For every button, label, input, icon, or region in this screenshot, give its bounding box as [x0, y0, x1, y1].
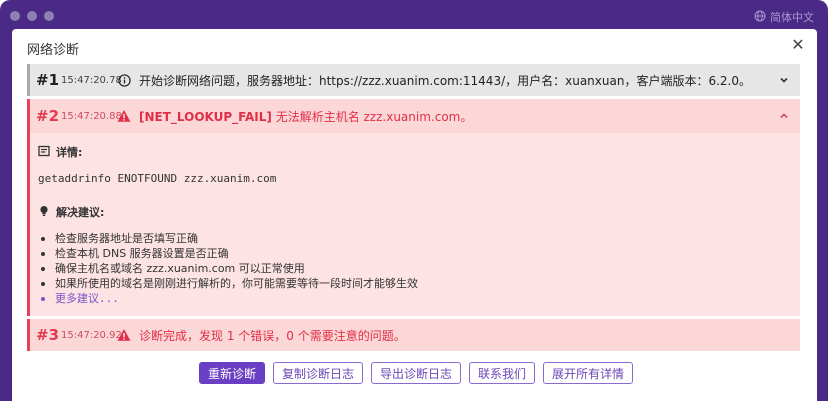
entry-time: 15:47:20.92 [61, 329, 122, 341]
info-icon [117, 73, 131, 87]
entry-number: #2 [36, 107, 60, 125]
copy-log-button[interactable]: 复制诊断日志 [272, 362, 363, 384]
chevron-down-icon[interactable] [778, 74, 790, 86]
log-entry-header[interactable]: #1 15:47:20.78 开始诊断网络问题，服务器地址：https://zz… [30, 64, 800, 96]
details-section-title: 详情: [38, 143, 792, 161]
entry-message: 开始诊断网络问题，服务器地址：https://zzz.xuanim.com:11… [139, 73, 751, 88]
entry-message: 诊断完成，发现 1 个错误，0 个需要注意的问题。 [139, 328, 406, 343]
log-entry-2: #2 15:47:20.88 [NET_LOOKUP_FAIL] 无法解析主机名… [27, 99, 800, 316]
warning-icon [117, 109, 131, 123]
window-maximize-dot[interactable] [44, 11, 54, 21]
suggestion-item: 检查服务器地址是否填写正确 [38, 231, 792, 246]
language-switcher[interactable]: 简体中文 [754, 9, 814, 25]
contact-us-button[interactable]: 联系我们 [469, 362, 536, 384]
more-suggestions-link[interactable]: 更多建议... [38, 291, 792, 306]
document-icon [38, 145, 56, 160]
language-label: 简体中文 [770, 11, 814, 24]
log-entry-3: #3 15:47:20.92 诊断完成，发现 1 个错误，0 个需要注意的问题。 [27, 319, 800, 351]
dialog-footer: 重新诊断 复制诊断日志 导出诊断日志 联系我们 展开所有详情 [12, 362, 817, 384]
entry-details: 详情: getaddrinfo ENOTFOUND zzz.xuanim.com… [30, 133, 800, 316]
suggestion-item: 如果所使用的域名是刚刚进行解析的，你可能需要等待一段时间才能够生效 [38, 276, 792, 291]
suggestions-section-title: 解决建议: [38, 203, 792, 221]
suggestion-item: 检查本机 DNS 服务器设置是否正确 [38, 246, 792, 261]
error-code: [NET_LOOKUP_FAIL] [139, 109, 272, 124]
entry-message: [NET_LOOKUP_FAIL] 无法解析主机名 zzz.xuanim.com… [139, 108, 778, 125]
log-entry-header[interactable]: #3 15:47:20.92 诊断完成，发现 1 个错误，0 个需要注意的问题。 [30, 319, 800, 351]
window-minimize-dot[interactable] [27, 11, 37, 21]
dialog-title: 网络诊断 [27, 43, 80, 58]
log-entry-1: #1 15:47:20.78 开始诊断网络问题，服务器地址：https://zz… [27, 64, 800, 96]
app-window: 简体中文 网络诊断 ✕ #1 15:47:20.78 开始诊断网络问题，服务器地… [0, 0, 828, 401]
entry-time: 15:47:20.78 [61, 74, 122, 86]
globe-icon [754, 10, 766, 25]
network-diagnosis-dialog: 网络诊断 ✕ #1 15:47:20.78 开始诊断网络问题，服务器地址：htt… [12, 29, 817, 401]
warning-icon [117, 328, 131, 342]
titlebar: 简体中文 [0, 0, 828, 30]
entry-number: #3 [36, 326, 60, 344]
suggestions-list: 检查服务器地址是否填写正确 检查本机 DNS 服务器设置是否正确 确保主机名或域… [38, 231, 792, 306]
entry-time: 15:47:20.88 [61, 110, 122, 122]
error-text: 无法解析主机名 zzz.xuanim.com。 [271, 109, 473, 124]
export-log-button[interactable]: 导出诊断日志 [370, 362, 461, 384]
log-entry-header[interactable]: #2 15:47:20.88 [NET_LOOKUP_FAIL] 无法解析主机名… [30, 99, 800, 133]
rediagnose-button[interactable]: 重新诊断 [198, 362, 265, 384]
expand-all-button[interactable]: 展开所有详情 [543, 362, 634, 384]
chevron-up-icon[interactable] [778, 110, 790, 122]
details-text: getaddrinfo ENOTFOUND zzz.xuanim.com [38, 172, 277, 185]
diagnosis-log-list: #1 15:47:20.78 开始诊断网络问题，服务器地址：https://zz… [27, 64, 800, 351]
window-close-dot[interactable] [10, 11, 20, 21]
close-icon[interactable]: ✕ [791, 37, 805, 53]
lightbulb-icon [38, 205, 56, 220]
entry-number: #1 [36, 71, 60, 89]
suggestion-item: 确保主机名或域名 zzz.xuanim.com 可以正常使用 [38, 261, 792, 276]
